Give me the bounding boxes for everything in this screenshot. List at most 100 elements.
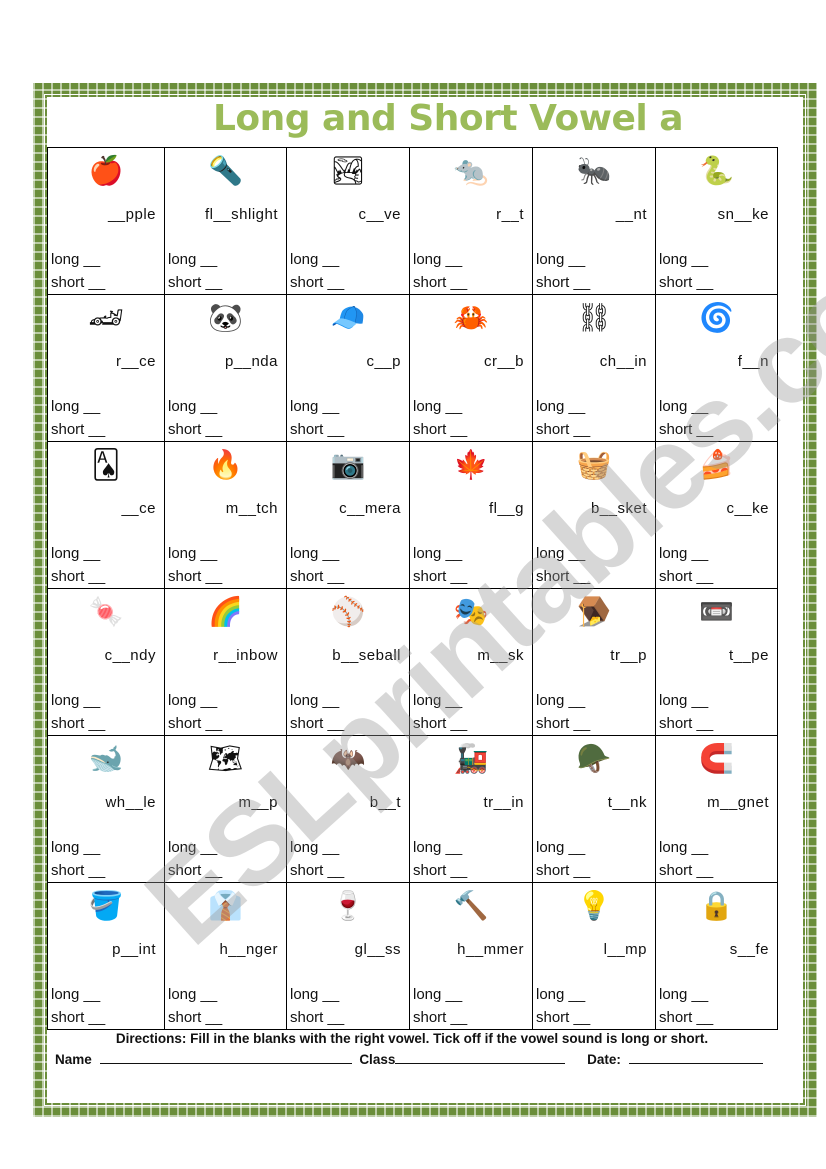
short-option[interactable]: short __ [290,715,344,732]
long-option[interactable]: long __ [290,692,339,709]
long-option[interactable]: long __ [290,398,339,415]
long-option[interactable]: long __ [536,251,585,268]
word-blank[interactable]: b__sket [591,500,647,517]
word-blank[interactable]: fl__g [489,500,524,517]
short-option[interactable]: short __ [536,274,590,291]
short-option[interactable]: short __ [536,568,590,585]
word-blank[interactable]: c__ke [726,500,769,517]
word-blank[interactable]: c__p [366,353,401,370]
short-option[interactable]: short __ [168,421,222,438]
long-option[interactable]: long __ [536,986,585,1003]
long-option[interactable]: long __ [168,545,217,562]
word-blank[interactable]: __ce [121,500,156,517]
word-blank[interactable]: h__nger [219,941,278,958]
short-option[interactable]: short __ [290,568,344,585]
short-option[interactable]: short __ [659,1009,713,1026]
word-blank[interactable]: b__seball [332,647,401,664]
word-blank[interactable]: m__tch [226,500,278,517]
short-option[interactable]: short __ [51,1009,105,1026]
word-blank[interactable]: r__inbow [213,647,278,664]
short-option[interactable]: short __ [413,862,467,879]
long-option[interactable]: long __ [659,251,708,268]
word-blank[interactable]: r__ce [116,353,156,370]
short-option[interactable]: short __ [51,862,105,879]
short-option[interactable]: short __ [290,421,344,438]
long-option[interactable]: long __ [659,692,708,709]
word-blank[interactable]: c__ndy [105,647,156,664]
word-blank[interactable]: h__mmer [457,941,524,958]
long-option[interactable]: long __ [51,692,100,709]
word-blank[interactable]: __nt [616,206,647,223]
short-option[interactable]: short __ [659,715,713,732]
long-option[interactable]: long __ [168,692,217,709]
short-option[interactable]: short __ [290,274,344,291]
short-option[interactable]: short __ [659,421,713,438]
long-option[interactable]: long __ [413,545,462,562]
short-option[interactable]: short __ [413,1009,467,1026]
short-option[interactable]: short __ [413,274,467,291]
short-option[interactable]: short __ [51,568,105,585]
long-option[interactable]: long __ [413,986,462,1003]
word-blank[interactable]: gl__ss [355,941,401,958]
long-option[interactable]: long __ [536,545,585,562]
long-option[interactable]: long __ [51,545,100,562]
short-option[interactable]: short __ [168,862,222,879]
word-blank[interactable]: r__t [496,206,524,223]
short-option[interactable]: short __ [168,274,222,291]
word-blank[interactable]: tr__in [483,794,524,811]
long-option[interactable]: long __ [413,839,462,856]
word-blank[interactable]: sn__ke [718,206,769,223]
word-blank[interactable]: b__t [370,794,401,811]
long-option[interactable]: long __ [51,986,100,1003]
long-option[interactable]: long __ [536,692,585,709]
short-option[interactable]: short __ [659,862,713,879]
long-option[interactable]: long __ [659,986,708,1003]
short-option[interactable]: short __ [168,568,222,585]
word-blank[interactable]: cr__b [484,353,524,370]
short-option[interactable]: short __ [290,862,344,879]
short-option[interactable]: short __ [536,421,590,438]
word-blank[interactable]: ch__in [600,353,647,370]
word-blank[interactable]: m__gnet [707,794,769,811]
long-option[interactable]: long __ [536,839,585,856]
short-option[interactable]: short __ [51,274,105,291]
long-option[interactable]: long __ [659,839,708,856]
long-option[interactable]: long __ [51,839,100,856]
long-option[interactable]: long __ [413,692,462,709]
class-field[interactable] [395,1051,566,1064]
long-option[interactable]: long __ [51,398,100,415]
word-blank[interactable]: wh__le [105,794,156,811]
short-option[interactable]: short __ [536,862,590,879]
word-blank[interactable]: f__n [738,353,769,370]
date-field[interactable] [628,1051,763,1064]
short-option[interactable]: short __ [168,1009,222,1026]
short-option[interactable]: short __ [536,715,590,732]
word-blank[interactable]: s__fe [730,941,769,958]
short-option[interactable]: short __ [51,421,105,438]
word-blank[interactable]: fl__shlight [205,206,278,223]
word-blank[interactable]: c__mera [339,500,401,517]
short-option[interactable]: short __ [413,568,467,585]
long-option[interactable]: long __ [290,839,339,856]
short-option[interactable]: short __ [413,421,467,438]
short-option[interactable]: short __ [536,1009,590,1026]
long-option[interactable]: long __ [168,986,217,1003]
long-option[interactable]: long __ [413,398,462,415]
word-blank[interactable]: t__nk [608,794,647,811]
short-option[interactable]: short __ [413,715,467,732]
name-field[interactable] [99,1051,352,1064]
long-option[interactable]: long __ [659,545,708,562]
short-option[interactable]: short __ [659,274,713,291]
word-blank[interactable]: m__p [238,794,278,811]
long-option[interactable]: long __ [659,398,708,415]
word-blank[interactable]: t__pe [729,647,769,664]
long-option[interactable]: long __ [290,545,339,562]
long-option[interactable]: long __ [290,986,339,1003]
word-blank[interactable]: tr__p [610,647,647,664]
word-blank[interactable]: c__ve [358,206,401,223]
word-blank[interactable]: m__sk [477,647,524,664]
long-option[interactable]: long __ [168,398,217,415]
short-option[interactable]: short __ [659,568,713,585]
long-option[interactable]: long __ [536,398,585,415]
long-option[interactable]: long __ [51,251,100,268]
